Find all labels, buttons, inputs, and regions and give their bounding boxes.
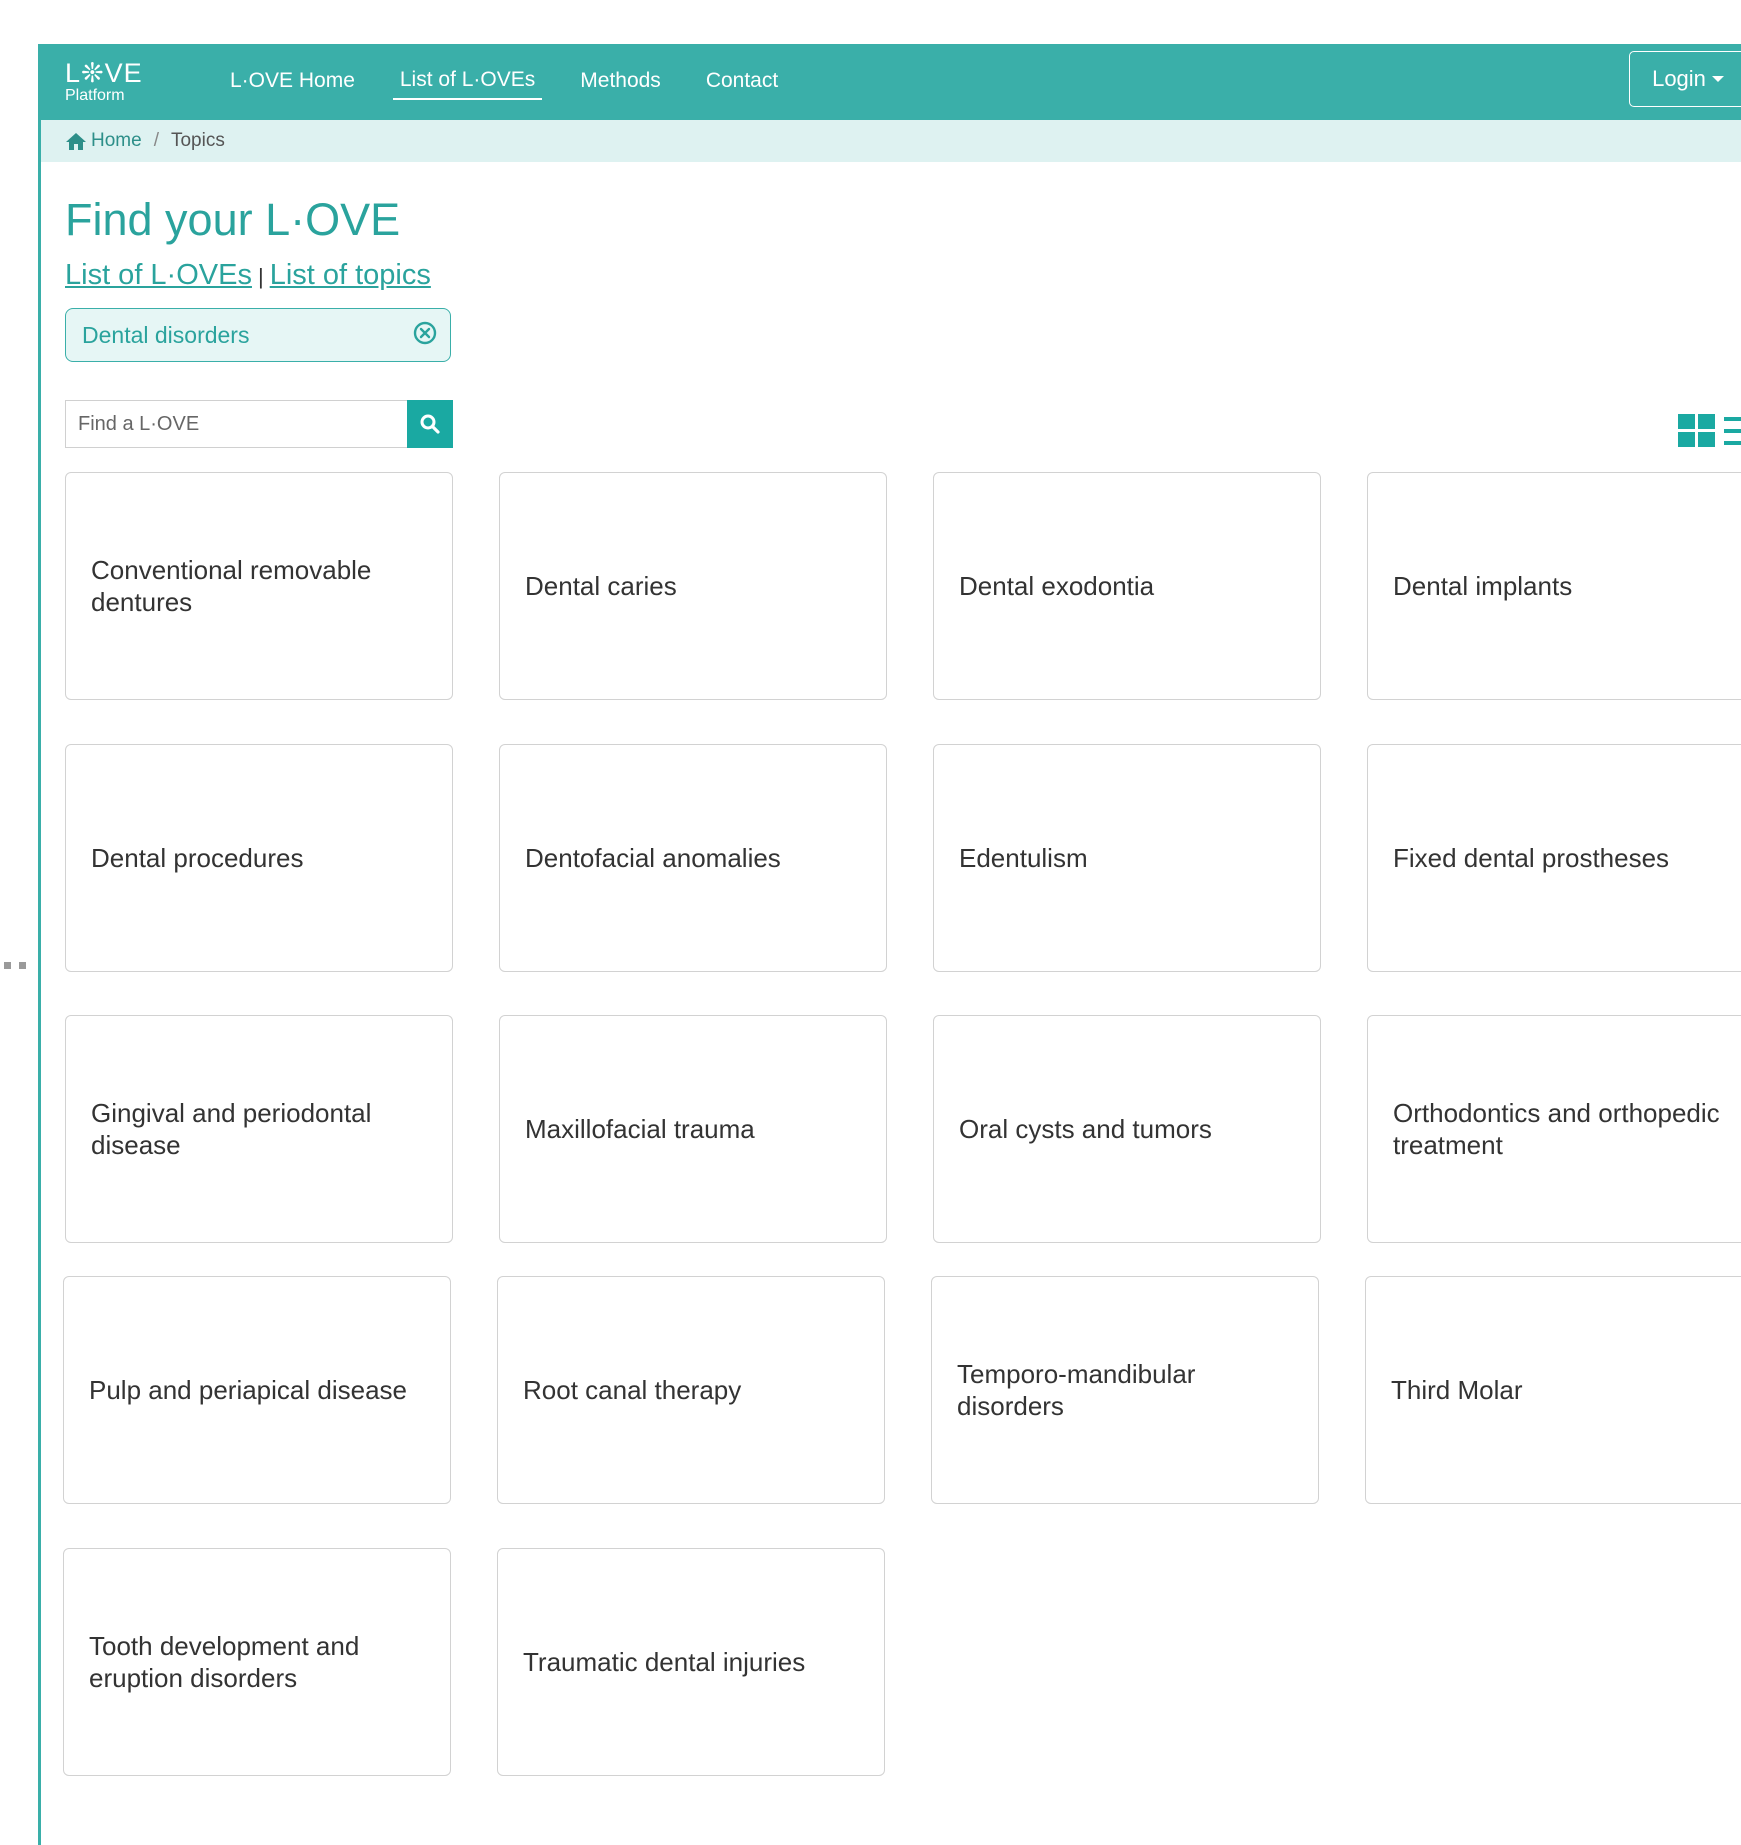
page-frame: L❊VE Platform L·OVE Home List of L·OVEs … (38, 44, 1741, 1845)
logo-mark: L❊VE (65, 58, 143, 88)
breadcrumb-current: Topics (170, 130, 225, 151)
view-toggle (1678, 414, 1741, 453)
topic-card-label: Fixed dental prostheses (1393, 843, 1670, 873)
nav-link-love-home[interactable]: L·OVE Home (223, 65, 362, 99)
topic-card-label: Oral cysts and tumors (959, 1114, 1212, 1144)
topic-card[interactable]: Oral cysts and tumors (933, 1015, 1321, 1243)
topic-card[interactable]: Dental caries (499, 472, 887, 700)
search-button[interactable] (407, 400, 453, 448)
login-button[interactable]: Login (1629, 51, 1741, 107)
topic-card[interactable]: Temporo-mandibular disorders (931, 1276, 1319, 1504)
home-icon (66, 132, 86, 150)
page-title: Find your L·OVE (65, 194, 401, 245)
breadcrumb-separator: / (153, 130, 159, 151)
drag-handle[interactable] (4, 962, 26, 969)
breadcrumb-home-label: Home (91, 130, 142, 151)
logo-subtitle: Platform (65, 87, 125, 104)
topic-card-label: Pulp and periapical disease (89, 1375, 407, 1405)
search-input[interactable] (65, 400, 407, 448)
chevron-down-icon (1711, 76, 1724, 82)
topic-card[interactable]: Gingival and periodontal disease (65, 1015, 453, 1243)
clear-filter-icon[interactable] (412, 320, 438, 351)
search-icon (420, 414, 440, 434)
topic-card-label: Traumatic dental injuries (523, 1647, 806, 1677)
list-of-topics-link[interactable]: List of topics (270, 259, 431, 291)
nav-link-methods[interactable]: Methods (573, 65, 668, 99)
topic-card-label: Dental caries (525, 571, 677, 601)
topic-card-label: Dental procedures (91, 843, 304, 873)
grid-view-icon[interactable] (1678, 414, 1716, 453)
topic-card[interactable]: Pulp and periapical disease (63, 1276, 451, 1504)
nav-links: L·OVE Home List of L·OVEs Methods Contac… (223, 44, 816, 120)
topic-card-label: Edentulism (959, 843, 1088, 873)
topic-card-label: Temporo-mandibular disorders (957, 1359, 1196, 1421)
topic-card[interactable]: Third Molar (1365, 1276, 1741, 1504)
topic-card-label: Tooth development and eruption disorders (89, 1631, 360, 1693)
top-navbar: L❊VE Platform L·OVE Home List of L·OVEs … (41, 44, 1741, 120)
topic-card-label: Dentofacial anomalies (525, 843, 781, 873)
topic-card[interactable]: Edentulism (933, 744, 1321, 972)
topic-card-label: Root canal therapy (523, 1375, 742, 1405)
active-filter-chip[interactable]: Dental disorders (65, 308, 451, 362)
login-label: Login (1652, 66, 1706, 91)
topic-card[interactable]: Fixed dental prostheses (1367, 744, 1741, 972)
topic-card-label: Third Molar (1391, 1375, 1523, 1405)
topic-card-label: Dental exodontia (959, 571, 1155, 601)
topic-card-label: Dental implants (1393, 571, 1573, 601)
topic-card[interactable]: Root canal therapy (497, 1276, 885, 1504)
view-links: List of L·OVEs | List of topics (65, 259, 431, 292)
list-of-loves-link[interactable]: List of L·OVEs (65, 259, 252, 291)
love-platform-logo[interactable]: L❊VE Platform (65, 60, 143, 104)
topic-card[interactable]: Traumatic dental injuries (497, 1548, 885, 1776)
topic-card[interactable]: Maxillofacial trauma (499, 1015, 887, 1243)
topic-card-label: Orthodontics and orthopedic treatment (1393, 1098, 1720, 1160)
topic-card-label: Maxillofacial trauma (525, 1114, 755, 1144)
breadcrumb-home-link[interactable]: Home (65, 130, 142, 152)
breadcrumb: Home / Topics (41, 120, 1741, 162)
nav-link-list-of-loves[interactable]: List of L·OVEs (392, 64, 543, 100)
topic-card-label: Conventional removable dentures (91, 555, 372, 617)
topic-card[interactable]: Dentofacial anomalies (499, 744, 887, 972)
topic-card[interactable]: Tooth development and eruption disorders (63, 1548, 451, 1776)
list-view-icon[interactable] (1724, 414, 1741, 453)
nav-link-contact[interactable]: Contact (699, 65, 785, 99)
topic-card[interactable]: Dental exodontia (933, 472, 1321, 700)
search-bar (65, 400, 453, 448)
topic-card-label: Gingival and periodontal disease (91, 1098, 372, 1160)
filter-label: Dental disorders (82, 321, 250, 348)
topic-card[interactable]: Conventional removable dentures (65, 472, 453, 700)
topic-card[interactable]: Dental procedures (65, 744, 453, 972)
topic-card[interactable]: Dental implants (1367, 472, 1741, 700)
topic-card[interactable]: Orthodontics and orthopedic treatment (1367, 1015, 1741, 1243)
link-separator: | (257, 264, 264, 289)
